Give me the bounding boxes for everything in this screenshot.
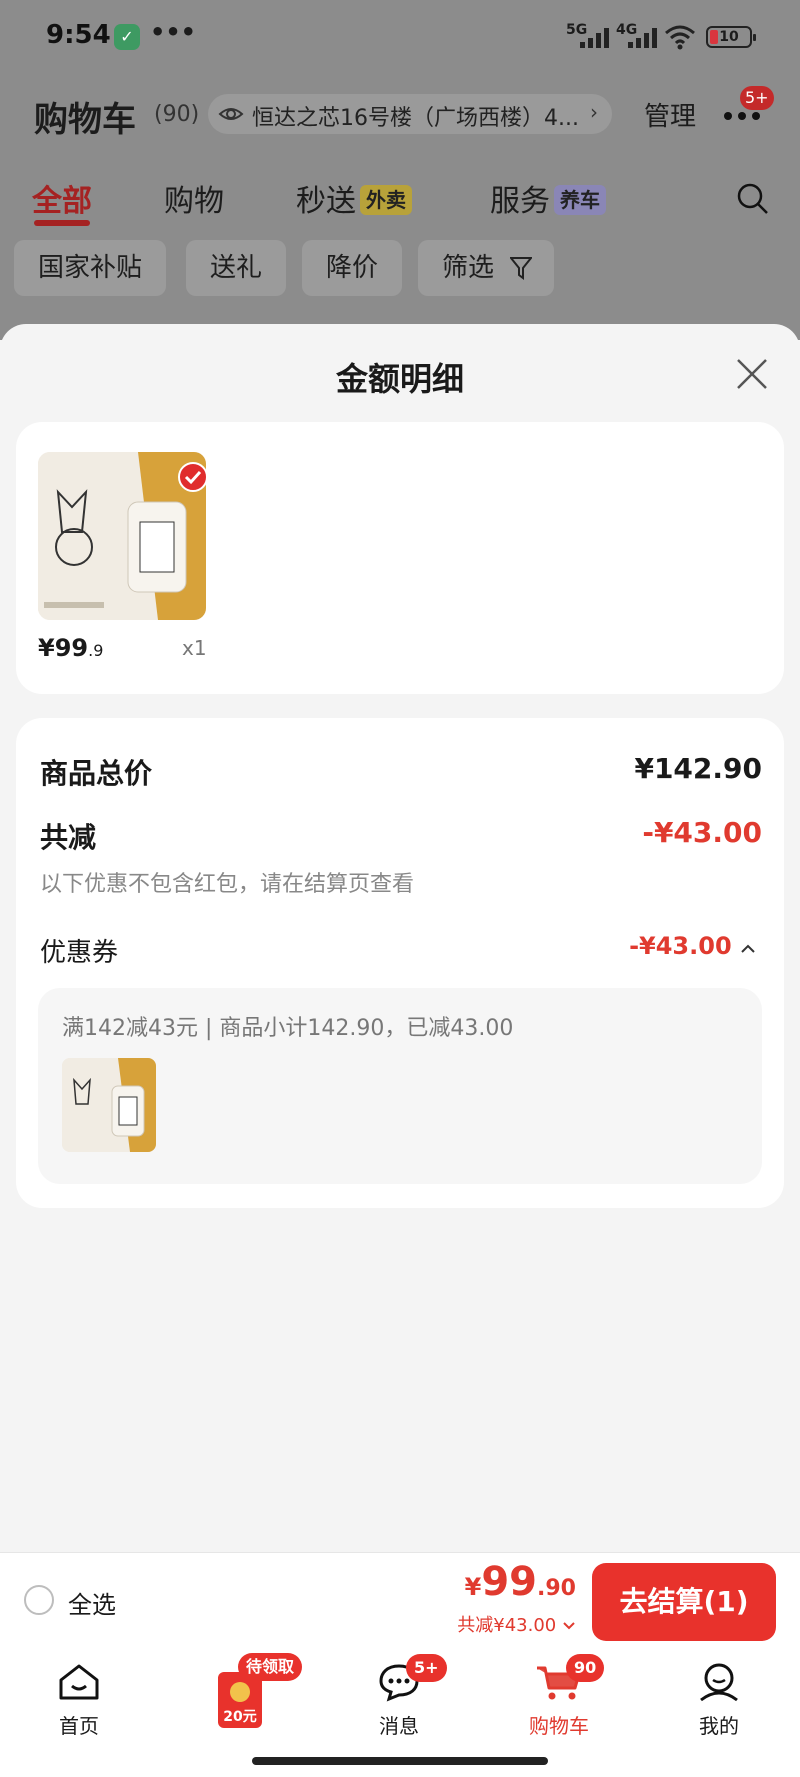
tab-label: 全部 — [32, 184, 92, 219]
sheet-title: 金额明细 — [335, 360, 464, 398]
address-selector[interactable]: 恒达之芯16号楼（广场西楼）4... › — [208, 94, 612, 134]
tab-all[interactable]: 全部 — [32, 176, 92, 220]
item-quantity: x1 — [182, 636, 207, 660]
tab-home-label: 首页 — [59, 1714, 99, 1738]
discount-note: 以下优惠不包含红包，请在结算页查看 — [40, 872, 415, 897]
coupon-value: -¥43.00 — [629, 932, 732, 960]
pikachu-bag-thumbnail — [62, 1058, 156, 1152]
chip-filter-label: 筛选 — [442, 253, 495, 283]
checkout-bar: 全选 ¥99.90 共减¥43.00 去结算(1) — [0, 1552, 800, 1648]
item-price-dec: .9 — [88, 641, 104, 660]
search-icon[interactable] — [736, 182, 770, 216]
tab-cart[interactable]: 购物车 90 — [504, 1654, 614, 1739]
item-price-int: ¥99 — [38, 634, 89, 662]
tab-home[interactable]: 首页 — [24, 1662, 134, 1739]
chip-filter[interactable]: 筛选 — [418, 240, 555, 296]
tab-cart-label: 购物车 — [529, 1714, 589, 1738]
app-notification-icon: ✓ — [114, 24, 140, 50]
select-all-radio[interactable] — [24, 1585, 54, 1615]
eye-icon — [218, 108, 244, 120]
notification-badge: 5+ — [740, 86, 774, 110]
discount-label: 共减 — [40, 821, 97, 854]
select-all-label[interactable]: 全选 — [68, 1585, 116, 1620]
wifi-icon — [665, 25, 695, 50]
cart-badge: 90 — [566, 1654, 605, 1682]
amount-detail-sheet: 金额明细 ¥99.9 x1 商品总价 ¥142.90 共减 -¥43.00 以下… — [0, 324, 800, 1552]
coin-icon — [230, 1682, 250, 1702]
tab-label: 秒送 — [296, 184, 356, 219]
tab-messages-label: 消息 — [379, 1714, 419, 1738]
chevron-up-icon — [741, 944, 755, 953]
tab-messages[interactable]: 消息 5+ — [344, 1654, 454, 1739]
home-indicator — [252, 1757, 548, 1765]
page-title: 购物车 — [34, 100, 136, 140]
tab-profile-label: 我的 — [699, 1714, 739, 1738]
checkmark-icon[interactable] — [178, 462, 208, 492]
price-breakdown-card: 商品总价 ¥142.90 共减 -¥43.00 以下优惠不包含红包，请在结算页查… — [16, 718, 784, 1208]
tab-underline — [34, 220, 90, 226]
tab-label: 购物 — [164, 184, 224, 219]
chevron-right-icon: › — [590, 100, 598, 124]
cart-count: (90) — [154, 102, 200, 127]
manage-button[interactable]: 管理 — [644, 96, 696, 133]
tab-shopping[interactable]: 购物 — [164, 176, 224, 220]
coupon-label: 优惠券 — [40, 938, 119, 968]
selected-items-card: ¥99.9 x1 — [16, 422, 784, 694]
takeout-tag: 外卖 — [360, 185, 412, 215]
coupon-detail-text: 满142减43元 | 商品小计142.90，已减43.00 — [62, 1016, 514, 1041]
discount-value: -¥43.00 — [642, 816, 762, 849]
cart-header: 购物车 (90) 恒达之芯16号楼（广场西楼）4... › 管理 5+ — [0, 86, 800, 146]
signal-icon — [628, 28, 657, 48]
tab-label: 服务 — [490, 184, 550, 219]
coupon-detail-box: 满142减43元 | 商品小计142.90，已减43.00 — [38, 988, 762, 1184]
car-care-tag: 养车 — [554, 185, 606, 215]
item-price: ¥99.9 — [38, 634, 103, 662]
messages-badge: 5+ — [406, 1654, 447, 1682]
address-text: 恒达之芯16号楼（广场西楼）4... — [252, 106, 579, 131]
battery-icon: 10 — [706, 26, 756, 48]
user-icon — [700, 1663, 738, 1702]
chip-price-drop[interactable]: 降价 — [302, 240, 403, 296]
checkout-discount-toggle[interactable]: 共减¥43.00 — [457, 1611, 576, 1637]
chip-national-subsidy[interactable]: 国家补贴 — [14, 240, 167, 296]
signal-icon — [580, 28, 609, 48]
checkout-total-int: 99 — [481, 1559, 538, 1605]
home-icon — [59, 1664, 99, 1700]
red-packet-amount: 20元 — [223, 1709, 257, 1725]
total-price-label: 商品总价 — [40, 757, 153, 790]
checkout-total: ¥99.90 — [465, 1559, 576, 1605]
chip-gift[interactable]: 送礼 — [186, 240, 287, 296]
claim-badge: 待领取 — [238, 1653, 303, 1681]
cart-page-background: 9:54 ✓ ••• 5G 4G 10 购物车 (90) 恒达之芯16号楼（广场… — [0, 0, 800, 340]
coupon-product-image — [62, 1058, 156, 1152]
more-notifications-icon: ••• — [150, 18, 197, 46]
tab-services[interactable]: 服务 养车 — [490, 176, 606, 220]
filter-chips: 国家补贴 送礼 降价 筛选 — [0, 240, 800, 296]
status-bar: 9:54 ✓ ••• 5G 4G 10 — [0, 0, 800, 72]
checkout-button[interactable]: 去结算(1) — [592, 1563, 776, 1641]
tab-profile[interactable]: 我的 — [664, 1662, 774, 1739]
filter-icon — [510, 257, 533, 280]
chevron-down-icon — [563, 1622, 575, 1630]
checkout-total-dec: .90 — [537, 1576, 576, 1601]
close-icon[interactable] — [732, 354, 772, 394]
category-tabs: 全部 购物 秒送 外卖 服务 养车 — [0, 176, 800, 226]
checkout-discount: 共减¥43.00 — [457, 1615, 557, 1636]
tab-instant-delivery[interactable]: 秒送 外卖 — [296, 176, 412, 220]
status-time: 9:54 — [46, 20, 111, 50]
checkmark-glyph — [184, 470, 202, 485]
total-price-value: ¥142.90 — [634, 752, 762, 785]
coupon-toggle[interactable]: -¥43.00 — [629, 932, 756, 960]
currency-symbol: ¥ — [464, 1573, 482, 1601]
